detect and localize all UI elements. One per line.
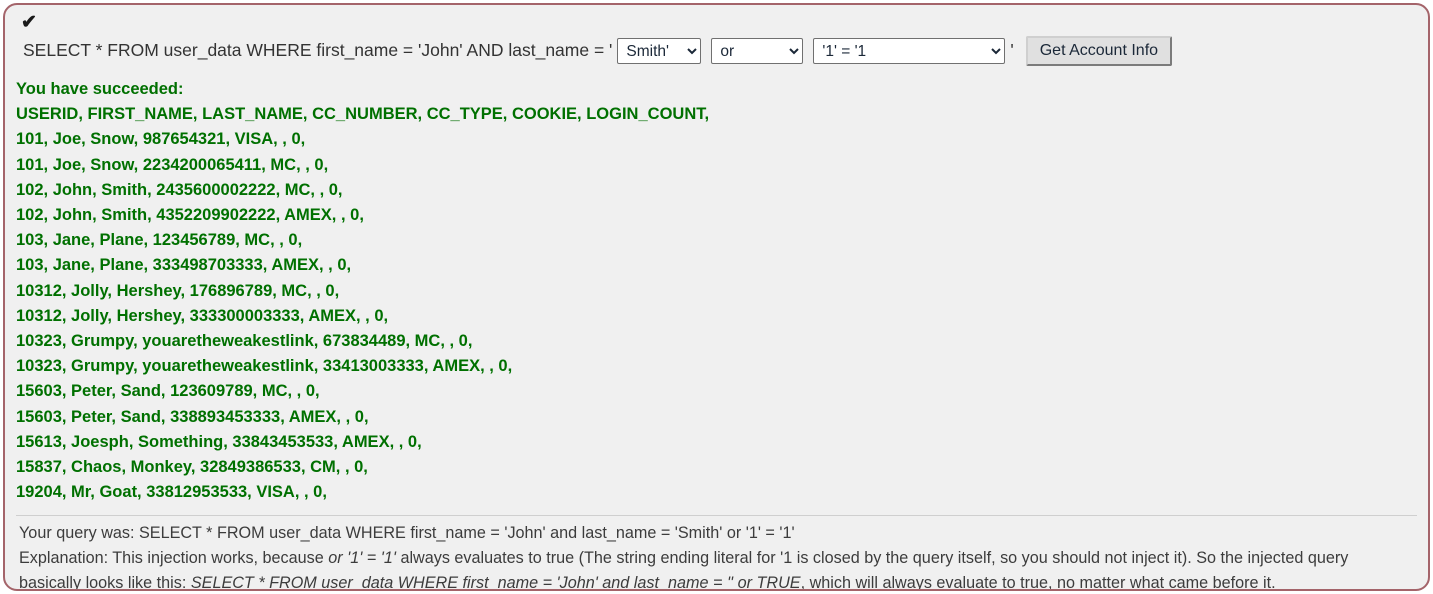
query-prefix-label: SELECT * FROM user_data WHERE first_name… <box>23 40 613 61</box>
explanation-italic-2: SELECT * FROM user_data WHERE first_name… <box>190 574 801 591</box>
result-row: 103, Jane, Plane, 123456789, MC, , 0, <box>16 231 303 250</box>
result-row: 15613, Joesph, Something, 33843453533, A… <box>16 432 422 451</box>
explanation-italic-1: or '1' = '1' <box>328 549 396 568</box>
footer-explanation: Your query was: SELECT * FROM user_data … <box>5 516 1428 591</box>
result-row: 101, Joe, Snow, 2234200065411, MC, , 0, <box>16 155 329 174</box>
explanation-text-3: , which will always evaluate to true, no… <box>800 574 1276 591</box>
get-account-info-button[interactable]: Get Account Info <box>1025 36 1173 66</box>
result-row: 10323, Grumpy, youaretheweakestlink, 334… <box>16 357 513 376</box>
checkmark-icon: ✔ <box>21 12 37 33</box>
lesson-panel: ✔ SELECT * FROM user_data WHERE first_na… <box>3 3 1430 591</box>
query-builder-row: SELECT * FROM user_data WHERE first_name… <box>5 33 1428 69</box>
results-output: You have succeeded: USERID, FIRST_NAME, … <box>5 69 1428 505</box>
result-row: 15837, Chaos, Monkey, 32849386533, CM, ,… <box>16 458 368 477</box>
explanation-text-1: Explanation: This injection works, becau… <box>19 549 329 568</box>
success-message: You have succeeded: <box>16 80 184 98</box>
result-row: 19204, Mr, Goat, 33812953533, VISA, , 0, <box>16 483 327 502</box>
operator-select[interactable]: or <box>711 38 804 64</box>
status-row: ✔ <box>5 5 1428 33</box>
result-row: 101, Joe, Snow, 987654321, VISA, , 0, <box>16 130 306 149</box>
query-echo-line: Your query was: SELECT * FROM user_data … <box>19 524 795 543</box>
condition-select[interactable]: '1' = '1 <box>813 38 1006 64</box>
result-row: 10312, Jolly, Hershey, 333300003333, AME… <box>16 306 389 325</box>
query-suffix-label: ' <box>1010 40 1014 61</box>
result-row: 15603, Peter, Sand, 123609789, MC, , 0, <box>16 382 320 401</box>
result-row: 103, Jane, Plane, 333498703333, AMEX, , … <box>16 256 352 275</box>
results-header-row: USERID, FIRST_NAME, LAST_NAME, CC_NUMBER… <box>16 105 710 124</box>
result-row: 102, John, Smith, 4352209902222, AMEX, ,… <box>16 206 364 225</box>
last-name-select[interactable]: Smith' <box>617 38 702 64</box>
result-row: 10312, Jolly, Hershey, 176896789, MC, , … <box>16 281 340 300</box>
result-row: 15603, Peter, Sand, 338893453333, AMEX, … <box>16 407 369 426</box>
result-row: 10323, Grumpy, youaretheweakestlink, 673… <box>16 332 473 351</box>
result-row: 102, John, Smith, 2435600002222, MC, , 0… <box>16 180 343 199</box>
results-rows: 101, Joe, Snow, 987654321, VISA, , 0, 101… <box>16 127 1428 505</box>
explanation-line: Explanation: This injection works, becau… <box>19 546 1414 591</box>
